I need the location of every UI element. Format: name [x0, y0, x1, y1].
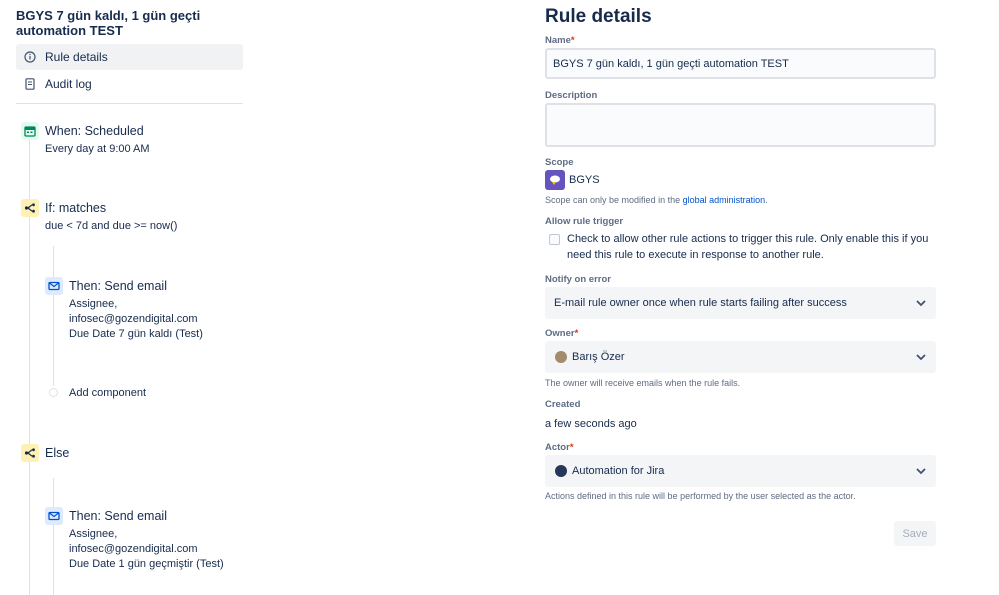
name-label: Name*	[545, 35, 575, 46]
name-input[interactable]: BGYS 7 gün kaldı, 1 gün geçti automation…	[545, 48, 936, 79]
action2-line-1: Assignee,	[69, 528, 118, 540]
scope-value: BGYS	[569, 174, 600, 186]
else-title[interactable]: Else	[45, 446, 69, 460]
nav-audit-log[interactable]: Audit log	[16, 71, 243, 97]
branch-icon	[21, 199, 39, 217]
trigger-detail: Every day at 9:00 AM	[45, 143, 150, 155]
nav-divider	[16, 103, 243, 104]
add-component-link[interactable]: Add component	[69, 386, 146, 401]
condition-title[interactable]: If: matches	[45, 201, 106, 215]
action1-line-3: Due Date 7 gün kaldı (Test)	[69, 328, 203, 340]
branch-icon	[21, 444, 39, 462]
nav-rule-details[interactable]: Rule details	[16, 44, 243, 70]
notify-select-value: E-mail rule owner once when rule starts …	[554, 297, 847, 309]
user-avatar	[555, 351, 567, 363]
action2-title[interactable]: Then: Send email	[69, 509, 167, 523]
automation-avatar-icon	[555, 465, 567, 477]
owner-help: The owner will receive emails when the r…	[545, 378, 741, 388]
nav-audit-log-label: Audit log	[45, 77, 92, 91]
action1-line-2: infosec@gozendigital.com	[69, 313, 198, 325]
owner-select[interactable]: Barış Özer	[545, 341, 936, 373]
owner-label: Owner*	[545, 328, 579, 339]
action2-line-2: infosec@gozendigital.com	[69, 543, 198, 555]
action1-line-1: Assignee,	[69, 298, 118, 310]
global-administration-link[interactable]: global administration	[683, 195, 766, 205]
allow-trigger-label: Allow rule trigger	[545, 216, 624, 227]
chevron-down-icon	[916, 300, 926, 307]
actor-select-value: Automation for Jira	[572, 465, 665, 477]
allow-trigger-text[interactable]: Check to allow other rule actions to tri…	[567, 231, 937, 263]
trigger-title[interactable]: When: Scheduled	[45, 124, 144, 138]
condition-detail: due < 7d and due >= now()	[45, 220, 178, 232]
page-title: Rule details	[545, 6, 652, 27]
action2-line-3: Due Date 1 gün geçmiştir (Test)	[69, 558, 224, 570]
timeline-branch-line	[53, 246, 54, 386]
scope-help: Scope can only be modified in the global…	[545, 195, 768, 205]
project-avatar-icon	[545, 170, 565, 190]
add-component-dot	[49, 388, 58, 397]
notify-label: Notify on error	[545, 274, 611, 285]
rule-sidebar: BGYS 7 gün kaldı, 1 gün geçti automation…	[0, 0, 260, 595]
rule-title: BGYS 7 gün kaldı, 1 gün geçti automation…	[16, 8, 201, 38]
owner-select-value: Barış Özer	[572, 351, 625, 363]
info-icon	[23, 50, 37, 64]
description-label: Description	[545, 90, 598, 101]
description-textarea[interactable]	[545, 103, 936, 147]
notify-select[interactable]: E-mail rule owner once when rule starts …	[545, 287, 936, 319]
document-icon	[23, 77, 37, 91]
mail-icon	[45, 277, 63, 295]
nav-rule-details-label: Rule details	[45, 50, 108, 64]
actor-select[interactable]: Automation for Jira	[545, 455, 936, 487]
created-value: a few seconds ago	[545, 418, 637, 430]
action1-title[interactable]: Then: Send email	[69, 279, 167, 293]
chevron-down-icon	[916, 354, 926, 361]
allow-trigger-checkbox[interactable]	[549, 234, 560, 245]
save-button[interactable]: Save	[894, 521, 936, 546]
timeline-else-line	[53, 478, 54, 595]
actor-label: Actor*	[545, 442, 574, 453]
mail-icon	[45, 507, 63, 525]
chevron-down-icon	[916, 468, 926, 475]
created-label: Created	[545, 399, 581, 410]
scope-label: Scope	[545, 157, 574, 168]
actor-help: Actions defined in this rule will be per…	[545, 491, 856, 501]
calendar-icon	[21, 122, 39, 140]
